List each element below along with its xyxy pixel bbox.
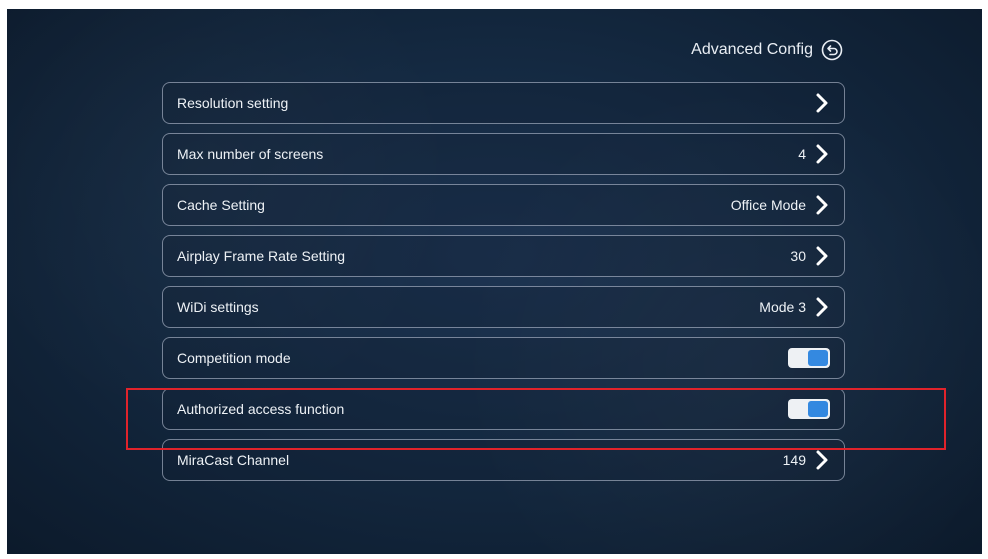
chevron-right-icon bbox=[814, 143, 830, 165]
toggle-knob bbox=[808, 350, 828, 366]
setting-value: 30 bbox=[790, 248, 806, 264]
setting-row-competition-mode[interactable]: Competition mode bbox=[162, 337, 845, 379]
setting-label: Airplay Frame Rate Setting bbox=[177, 248, 346, 264]
setting-label: MiraCast Channel bbox=[177, 452, 290, 468]
chevron-right-icon bbox=[814, 296, 830, 318]
setting-row-resolution[interactable]: Resolution setting bbox=[162, 82, 845, 124]
chevron-right-icon bbox=[814, 245, 830, 267]
setting-label: Resolution setting bbox=[177, 95, 289, 111]
page-header: Advanced Config bbox=[691, 39, 843, 61]
competition-mode-toggle[interactable] bbox=[788, 348, 830, 368]
setting-row-miracast-channel[interactable]: MiraCast Channel 149 bbox=[162, 439, 845, 481]
setting-label: Cache Setting bbox=[177, 197, 265, 213]
chevron-right-icon bbox=[814, 92, 830, 114]
setting-row-max-screens[interactable]: Max number of screens 4 bbox=[162, 133, 845, 175]
page-title: Advanced Config bbox=[691, 41, 813, 58]
toggle-knob bbox=[808, 401, 828, 417]
setting-label: WiDi settings bbox=[177, 299, 259, 315]
setting-row-cache[interactable]: Cache Setting Office Mode bbox=[162, 184, 845, 226]
setting-label: Authorized access function bbox=[177, 401, 345, 417]
back-arrow-icon[interactable] bbox=[821, 39, 843, 61]
setting-row-airplay-frame-rate[interactable]: Airplay Frame Rate Setting 30 bbox=[162, 235, 845, 277]
chevron-right-icon bbox=[814, 194, 830, 216]
setting-value: 4 bbox=[798, 146, 806, 162]
setting-label: Max number of screens bbox=[177, 146, 324, 162]
setting-value: Mode 3 bbox=[759, 299, 806, 315]
chevron-right-icon bbox=[814, 449, 830, 471]
setting-row-authorized-access[interactable]: Authorized access function bbox=[162, 388, 845, 430]
settings-screen: Advanced Config Resolution setting Max n… bbox=[7, 9, 982, 554]
setting-value: Office Mode bbox=[730, 197, 806, 213]
setting-value: 149 bbox=[782, 452, 806, 468]
setting-label: Competition mode bbox=[177, 350, 291, 366]
setting-row-widi[interactable]: WiDi settings Mode 3 bbox=[162, 286, 845, 328]
authorized-access-toggle[interactable] bbox=[788, 399, 830, 419]
